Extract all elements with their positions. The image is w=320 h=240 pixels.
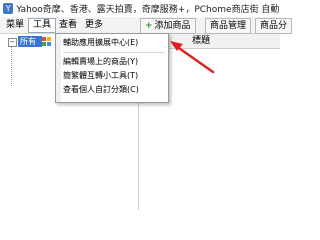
arrow-shaft (174, 44, 215, 74)
annotation-arrow (170, 41, 215, 74)
